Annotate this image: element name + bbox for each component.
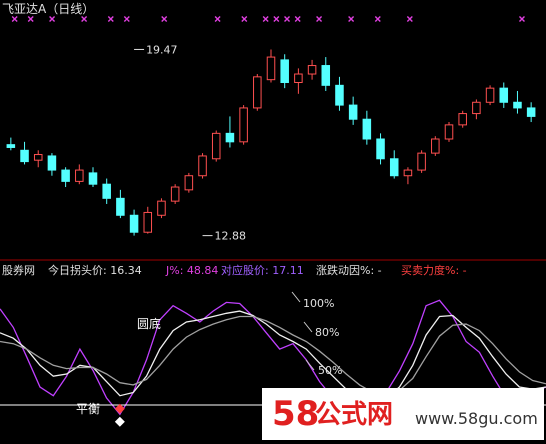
- candle-body: [321, 65, 331, 86]
- candle-body: [88, 172, 98, 185]
- candle-body: [499, 87, 509, 103]
- candle-body: [348, 104, 358, 120]
- candle-body: [198, 155, 207, 177]
- indicator-header-item: 股券网: [2, 263, 35, 277]
- candle-body: [116, 197, 125, 216]
- indicator-header-item: 涨跌动因%: -: [316, 263, 382, 277]
- low-price-label: 12.88: [215, 230, 247, 243]
- candle-body: [143, 211, 153, 233]
- candle-body: [129, 214, 139, 233]
- candle-body: [526, 107, 536, 117]
- candle-body: [20, 149, 29, 163]
- indicator-header-item: 买卖力度%: -: [401, 263, 467, 277]
- candle-body: [33, 154, 43, 161]
- level-80-label: 80%: [315, 326, 339, 339]
- candle-body: [389, 158, 399, 177]
- indicator-header-item: J%: 48.84: [165, 264, 218, 277]
- candle-body: [444, 124, 454, 140]
- candle-body: [458, 113, 467, 126]
- candle-body: [75, 169, 84, 182]
- candle-body: [362, 118, 372, 140]
- candle-body: [294, 73, 303, 84]
- level-50-label: 50%: [318, 364, 342, 377]
- candle-body: [280, 59, 289, 84]
- candle-body: [376, 138, 385, 160]
- candle-body: [225, 132, 235, 143]
- balance-label: 平衡: [76, 402, 100, 416]
- watermark-cn: 公式网: [315, 400, 393, 430]
- candle-body: [485, 87, 495, 103]
- candle-body: [403, 169, 413, 177]
- indicator-header-item: 对应股价: 17.11: [221, 263, 304, 277]
- watermark-url: www.58gu.com: [415, 409, 538, 428]
- candle-body: [102, 183, 111, 199]
- level-100-label: 100%: [303, 297, 334, 310]
- candle-body: [184, 175, 194, 191]
- candle-body: [431, 138, 440, 154]
- watermark: 58 公式网 www.58gu.com: [262, 388, 544, 440]
- candle-body: [211, 132, 221, 160]
- chart-canvas: 飞亚达A（日线） 19.47 12.88 股券网 今日拐头价: 16.34 J%: 4…: [0, 0, 546, 444]
- candle-body: [253, 76, 262, 109]
- candle-body: [61, 169, 70, 182]
- indicator-header-item: 今日拐头价: 16.34: [48, 263, 142, 277]
- round-bottom-label: 圆底: [137, 316, 161, 331]
- candle-body: [307, 65, 317, 75]
- candle-body: [170, 186, 180, 202]
- high-price-label: 19.47: [146, 43, 178, 56]
- candle-body: [157, 200, 166, 216]
- candle-body: [417, 152, 426, 171]
- candle-body: [266, 56, 276, 81]
- stock-title: 飞亚达A（日线）: [2, 2, 94, 16]
- candle-body: [6, 144, 16, 148]
- candle-body: [472, 101, 481, 115]
- candle-body: [335, 84, 344, 106]
- candle-body: [239, 107, 248, 143]
- candle-body: [513, 101, 522, 109]
- watermark-number: 58: [272, 394, 319, 434]
- candle-body: [47, 155, 57, 171]
